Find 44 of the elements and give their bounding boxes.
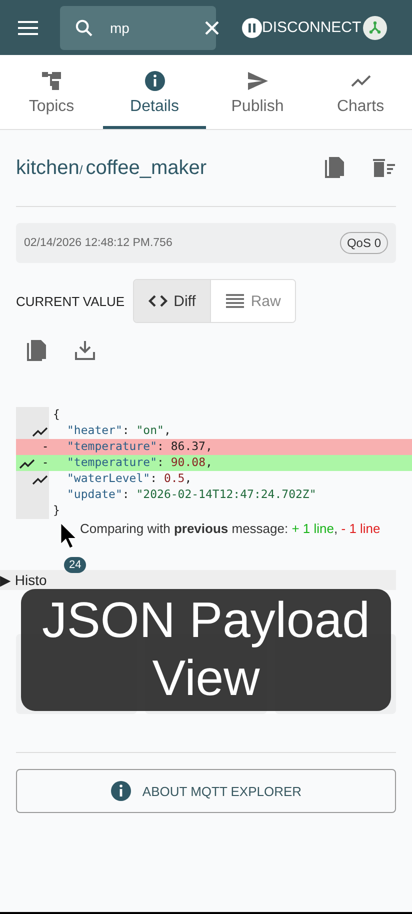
diff-summary: Comparing with previous message: + 1 line, - 1 line [79, 521, 382, 536]
chart-icon[interactable] [32, 426, 48, 437]
timestamp: 02/14/2026 12:48:12 PM.756 [24, 237, 172, 249]
view-mode-toggle[interactable]: Diff [134, 280, 210, 322]
search-icon [74, 18, 94, 38]
code-line: } [52, 503, 61, 519]
current-value-label: CURRENT VALUE [16, 294, 125, 308]
code-line: { [52, 407, 61, 423]
info-icon [110, 780, 132, 802]
copy-icon[interactable] [26, 339, 48, 363]
menu-icon[interactable] [18, 20, 38, 36]
close-icon[interactable] [204, 20, 220, 36]
tab[interactable]: Charts [309, 55, 412, 129]
network-logo-icon[interactable] [363, 16, 388, 40]
qos-chip: QoS 0 [340, 232, 388, 254]
delete-icon[interactable] [372, 157, 396, 179]
diff-marker: - [42, 456, 49, 469]
view-mode-toggle[interactable]: Raw [210, 280, 295, 322]
about-button[interactable]: ABOUT MQTT EXPLORER [16, 769, 396, 813]
info-icon [144, 70, 166, 92]
disconnect-button[interactable]: DISCONNECT [242, 18, 362, 38]
caption-overlay: JSON Payload View [21, 589, 391, 711]
diff-marker: - [42, 440, 49, 453]
mouse-pointer-icon [60, 521, 78, 551]
search-field[interactable]: mp [60, 6, 216, 50]
tab[interactable]: Publish [206, 55, 309, 129]
topic-path: kitchen/coffee_maker [16, 156, 208, 180]
history-toggle: ▶ Histo [0, 572, 47, 588]
tree-icon [40, 70, 62, 92]
code-line: "heater": "on", [66, 423, 172, 439]
send-icon [246, 70, 268, 92]
chart-icon[interactable] [32, 474, 48, 485]
tab[interactable]: Topics [0, 55, 103, 129]
lines-icon [224, 294, 245, 308]
history-bar[interactable]: ▶ Histo [0, 570, 396, 590]
search-input[interactable]: mp [108, 18, 172, 36]
code-line: "waterLevel": 0.5, [66, 471, 193, 487]
count-badge: 24 [64, 557, 86, 573]
code-icon [148, 294, 168, 308]
code-line: "update": "2026-02-14T12:47:24.702Z" [66, 487, 318, 503]
chart-icon[interactable] [19, 458, 35, 469]
tab[interactable]: Details [103, 55, 206, 129]
download-icon[interactable] [74, 339, 96, 361]
copy-icon[interactable] [324, 156, 346, 180]
